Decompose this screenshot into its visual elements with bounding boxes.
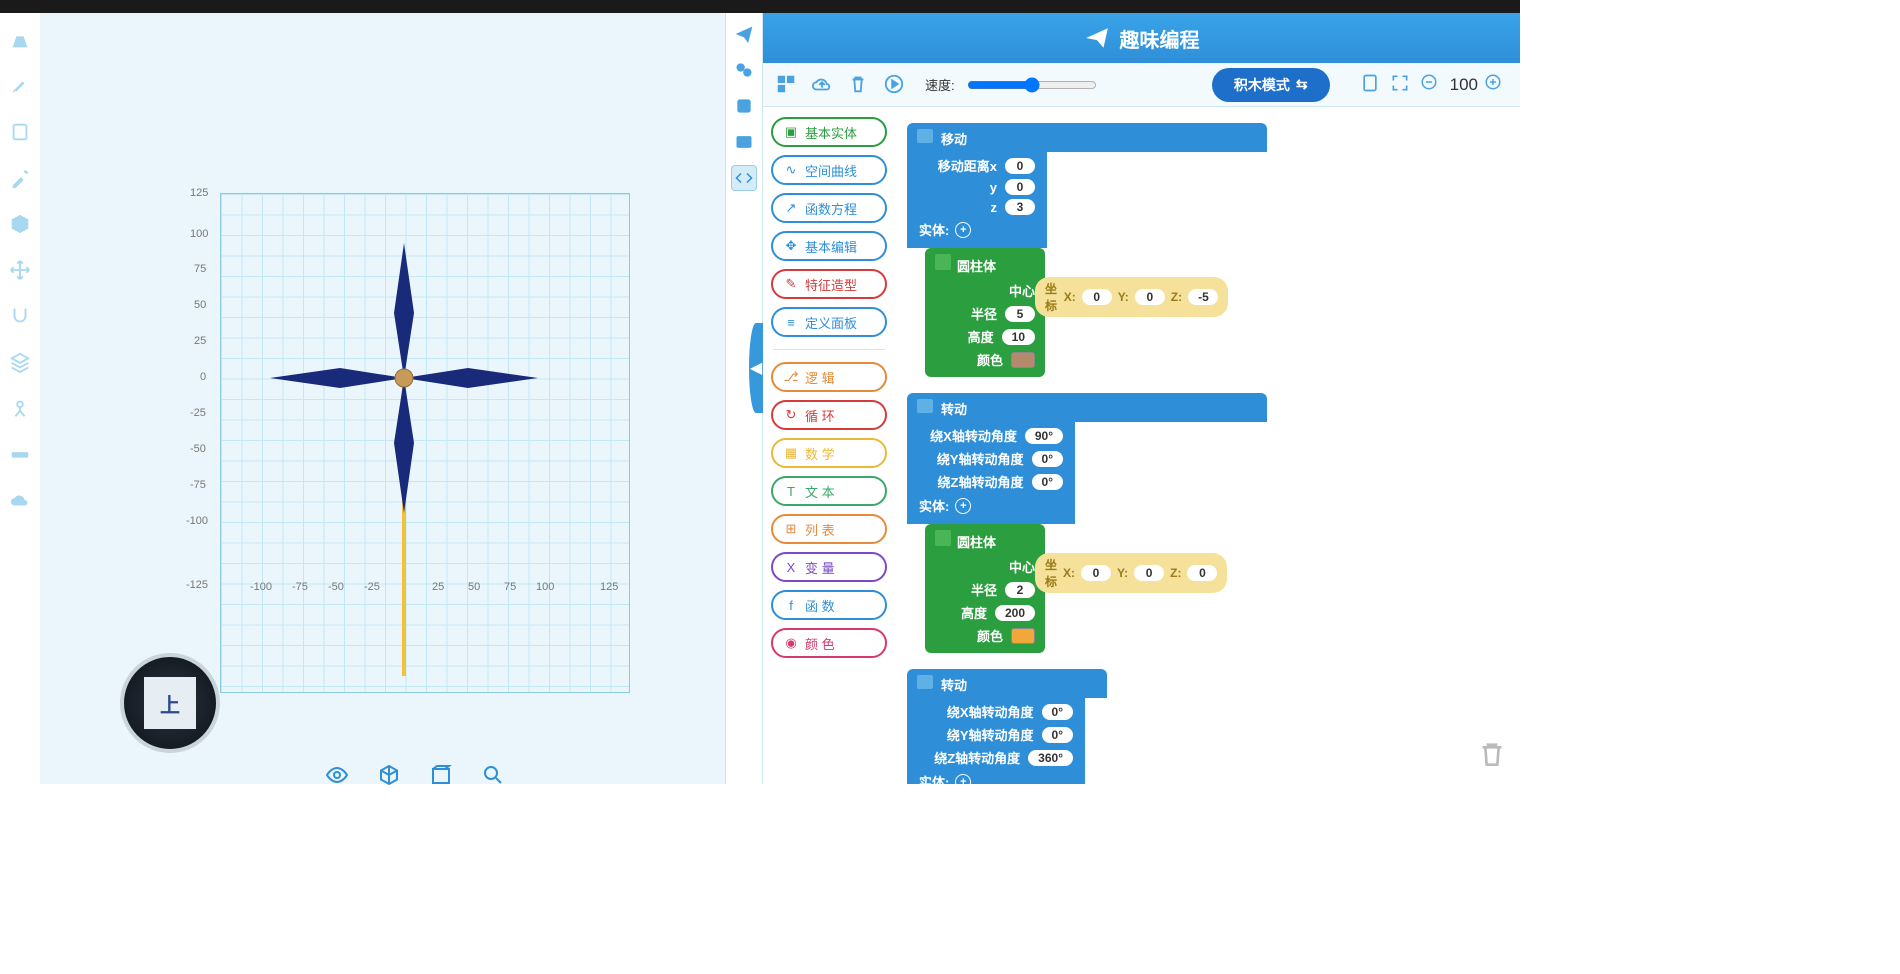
speed-label: 速度: bbox=[925, 75, 955, 94]
collapse-handle[interactable]: ◀ bbox=[749, 323, 763, 413]
color-swatch[interactable] bbox=[1011, 352, 1035, 368]
axis-tick: -75 bbox=[190, 479, 206, 491]
cloud-up-icon[interactable] bbox=[811, 73, 835, 97]
cat-feature[interactable]: ✎特征造型 bbox=[771, 269, 887, 299]
cat-color[interactable]: ◉颜 色 bbox=[771, 628, 887, 658]
panel-header: 趣味编程 bbox=[763, 13, 1520, 63]
cat-function2[interactable]: f函 数 bbox=[771, 590, 887, 620]
trash-icon[interactable] bbox=[1476, 736, 1508, 772]
cat-loop[interactable]: ↻循 环 bbox=[771, 400, 887, 430]
panel-toolbar: 速度: 积木模式 ⇆ 100 bbox=[763, 63, 1520, 107]
axis-tick: 50 bbox=[194, 299, 206, 311]
color-swatch[interactable] bbox=[1011, 628, 1035, 644]
cat-space-curve[interactable]: ∿空间曲线 bbox=[771, 155, 887, 185]
tool-note-icon[interactable] bbox=[8, 120, 32, 144]
axis-tick: -125 bbox=[186, 579, 208, 591]
image-icon[interactable] bbox=[731, 129, 757, 155]
mode-toggle-button[interactable]: 积木模式 ⇆ bbox=[1212, 68, 1330, 102]
tool-tripod-icon[interactable] bbox=[8, 396, 32, 420]
axis-tick: -100 bbox=[186, 515, 208, 527]
add-entity-icon[interactable]: + bbox=[955, 498, 971, 514]
cat-list[interactable]: ⊞列 表 bbox=[771, 514, 887, 544]
left-toolbar bbox=[0, 13, 40, 784]
add-entity-icon[interactable]: + bbox=[955, 774, 971, 785]
cat-logic[interactable]: ⎇逻 辑 bbox=[771, 362, 887, 392]
tool-shape-icon[interactable] bbox=[8, 28, 32, 52]
play-icon[interactable] bbox=[883, 73, 907, 97]
tool-brush-icon[interactable] bbox=[8, 74, 32, 98]
blocks-canvas[interactable]: 移动 移动距离x0 y0 z3 实体:+ 圆柱体 中心 坐标 bbox=[895, 107, 1520, 784]
eye-icon[interactable] bbox=[325, 763, 349, 787]
panel-title: 趣味编程 bbox=[1120, 24, 1200, 53]
zoom-in-icon[interactable] bbox=[1484, 73, 1508, 97]
view-cube-label: 上 bbox=[144, 677, 196, 729]
delete-icon[interactable] bbox=[847, 73, 871, 97]
dice-icon[interactable] bbox=[731, 93, 757, 119]
blocks-icon[interactable] bbox=[775, 73, 799, 97]
cat-text[interactable]: T文 本 bbox=[771, 476, 887, 506]
cat-function[interactable]: ↗函数方程 bbox=[771, 193, 887, 223]
spheres-icon[interactable] bbox=[731, 57, 757, 83]
code-icon[interactable] bbox=[731, 165, 757, 191]
category-palette: ▣基本实体 ∿空间曲线 ↗函数方程 ✥基本编辑 ✎特征造型 ≡定义面板 ⎇逻 辑… bbox=[763, 107, 895, 784]
coord-input[interactable]: 坐标 X:0 Y:0 Z:-5 bbox=[1035, 277, 1228, 317]
block-rotate[interactable]: 转动 绕X轴转动角度0 绕Y轴转动角度0 绕Z轴转动角度360 实体:+ 移动 bbox=[907, 669, 1107, 784]
paper-plane-icon bbox=[1084, 25, 1110, 51]
view-cube[interactable]: 上 bbox=[120, 653, 220, 753]
axis-tick: 0 bbox=[200, 371, 206, 383]
tool-eyedrop-icon[interactable] bbox=[8, 166, 32, 190]
block-move[interactable]: 移动 移动距离x0 y0 z3 实体:+ 圆柱体 中心 坐标 bbox=[907, 123, 1267, 377]
zoom-out-icon[interactable] bbox=[1420, 73, 1444, 97]
zoom-value: 100 bbox=[1450, 75, 1478, 95]
tool-magnet-icon[interactable] bbox=[8, 304, 32, 328]
axis-tick: -50 bbox=[190, 443, 206, 455]
windmill-shape bbox=[220, 193, 630, 693]
block-title: 移动 bbox=[907, 123, 1267, 152]
block-title: 转动 bbox=[907, 393, 1267, 422]
programming-panel: ◀ 趣味编程 速度: 积木模式 ⇆ 100 ▣基本实体 bbox=[763, 13, 1520, 784]
file-icon[interactable] bbox=[1360, 73, 1384, 97]
tool-move-icon[interactable] bbox=[8, 258, 32, 282]
axis-tick: 75 bbox=[194, 263, 206, 275]
coord-input[interactable]: 坐标 X:0 Y:0 Z:0 bbox=[1035, 553, 1227, 593]
block-cylinder[interactable]: 圆柱体 中心 坐标 X:0 Y:0 Z:-5 半径5 高度10 bbox=[925, 248, 1045, 377]
add-entity-icon[interactable]: + bbox=[955, 222, 971, 238]
cat-math[interactable]: ▦数 学 bbox=[771, 438, 887, 468]
plane-send-icon[interactable] bbox=[731, 21, 757, 47]
box-icon[interactable] bbox=[429, 763, 453, 787]
search-icon[interactable] bbox=[481, 763, 505, 787]
fullscreen-icon[interactable] bbox=[1390, 73, 1414, 97]
tool-layers-icon[interactable] bbox=[8, 350, 32, 374]
axis-tick: 125 bbox=[190, 187, 208, 199]
3d-viewport[interactable]: 125 100 75 50 25 0 -25 -50 -75 -100 -125… bbox=[40, 13, 725, 784]
axis-tick: 100 bbox=[190, 228, 208, 240]
block-cylinder[interactable]: 圆柱体 中心 坐标 X:0 Y:0 Z:0 半径2 高度200 bbox=[925, 524, 1045, 653]
axis-tick: -25 bbox=[190, 407, 206, 419]
tool-cube-icon[interactable] bbox=[8, 212, 32, 236]
cat-basic-edit[interactable]: ✥基本编辑 bbox=[771, 231, 887, 261]
block-title: 转动 bbox=[907, 669, 1107, 698]
cat-variable[interactable]: X变 量 bbox=[771, 552, 887, 582]
cat-basic-solid[interactable]: ▣基本实体 bbox=[771, 117, 887, 147]
block-rotate[interactable]: 转动 绕X轴转动角度90 绕Y轴转动角度0 绕Z轴转动角度0 实体:+ 圆柱体 … bbox=[907, 393, 1267, 653]
tool-ruler-icon[interactable] bbox=[8, 442, 32, 466]
axis-tick: 25 bbox=[194, 335, 206, 347]
cube-view-icon[interactable] bbox=[377, 763, 401, 787]
tool-cloud-icon[interactable] bbox=[8, 488, 32, 512]
speed-slider[interactable] bbox=[967, 77, 1097, 93]
cat-define-panel[interactable]: ≡定义面板 bbox=[771, 307, 887, 337]
